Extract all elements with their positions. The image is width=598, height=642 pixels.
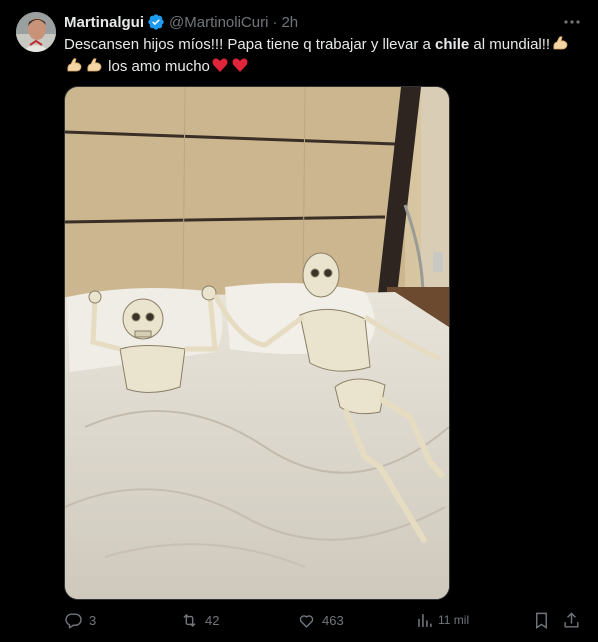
reply-count: 3	[89, 612, 97, 628]
tweet-photo[interactable]	[64, 86, 450, 600]
flexed-biceps-emoji-icon	[85, 56, 103, 74]
flexed-biceps-emoji-icon	[551, 34, 569, 52]
views-bar-chart-icon	[418, 613, 432, 627]
bookmark-button[interactable]	[532, 611, 551, 630]
flexed-biceps-emoji-icon	[65, 56, 83, 74]
share-icon	[564, 611, 579, 628]
avatar[interactable]	[16, 12, 56, 52]
red-heart-emoji-icon	[231, 56, 249, 74]
tweet-text-part-2: al mundial!!	[469, 36, 551, 53]
repost-button[interactable]: 42	[180, 611, 219, 630]
separator-dot: ·	[272, 13, 278, 31]
red-heart-emoji-icon	[211, 56, 229, 74]
verified-badge-icon[interactable]	[147, 13, 165, 31]
views-count: 11 mil	[438, 613, 470, 627]
more-options-icon[interactable]	[562, 12, 582, 32]
reply-button[interactable]: 3	[64, 611, 96, 630]
tweet-text-part-3: los amo mucho	[104, 58, 210, 75]
views-button[interactable]: 11 mil	[415, 611, 469, 630]
repost-count: 42	[205, 612, 220, 628]
tweet-header: Martinalgui @MartinoliCuri · 2h	[64, 12, 582, 32]
reply-icon	[65, 612, 82, 629]
display-name[interactable]: Martinalgui	[64, 14, 144, 31]
like-button[interactable]: 463	[297, 611, 344, 630]
heart-icon	[299, 614, 314, 628]
tweet-text-part-1: Descansen hijos míos!!! Papa tiene q tra…	[64, 36, 436, 53]
tweet: Martinalgui @MartinoliCuri · 2h Descanse…	[0, 0, 598, 642]
repost-icon	[183, 613, 196, 627]
timestamp[interactable]: 2h	[281, 14, 298, 31]
tweet-actions: 3 42 463 11 mil	[64, 608, 582, 632]
handle[interactable]: @MartinoliCuri	[169, 14, 268, 31]
share-button[interactable]	[562, 611, 581, 630]
bookmark-icon	[536, 612, 547, 629]
tweet-text: Descansen hijos míos!!! Papa tiene q tra…	[64, 34, 580, 78]
tweet-text-bold: chile	[435, 36, 470, 53]
like-count: 463	[322, 612, 344, 628]
skeletons-on-bed-image	[65, 87, 449, 599]
